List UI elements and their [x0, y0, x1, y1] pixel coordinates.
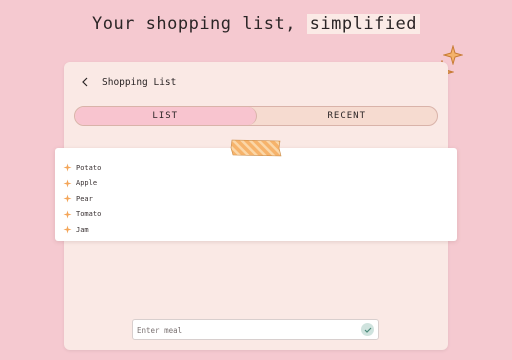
sparkle-icon [63, 163, 72, 172]
list-item[interactable]: Jam [63, 222, 101, 238]
chevron-left-icon [82, 77, 88, 87]
tab-list[interactable]: LIST [75, 107, 257, 125]
list-item[interactable]: Potato [63, 160, 101, 176]
list-item[interactable]: Apple [63, 176, 101, 192]
list-item-label: Pear [76, 194, 93, 203]
list-item-label: Jam [76, 225, 89, 234]
sparkle-icon [63, 210, 72, 219]
list-item[interactable]: Tomato [63, 207, 101, 223]
headline-highlight: simplified [306, 14, 421, 34]
tab-bar: LIST RECENT [74, 106, 438, 126]
shopping-list: Potato Apple Pear Tomato Jam [63, 160, 101, 238]
list-card: Potato Apple Pear Tomato Jam [55, 148, 457, 241]
title-bar: Shopping List [78, 72, 176, 92]
list-item-label: Tomato [76, 210, 102, 219]
back-button[interactable] [78, 75, 92, 89]
meal-input[interactable] [137, 323, 347, 337]
page-title: Shopping List [102, 76, 177, 88]
headline: Your shopping list, simplified [0, 14, 512, 34]
washi-tape [230, 139, 282, 157]
tab-recent[interactable]: RECENT [257, 107, 438, 125]
sparkle-icon [63, 194, 72, 203]
meal-input-box [132, 319, 379, 340]
check-icon [364, 327, 371, 333]
list-item-label: Apple [76, 179, 98, 188]
list-item-label: Potato [76, 163, 102, 172]
sparkle-icon [63, 179, 72, 188]
submit-button[interactable] [361, 323, 374, 336]
sparkle-icon [63, 225, 72, 234]
headline-text: Your shopping list, [91, 14, 307, 34]
list-item[interactable]: Pear [63, 191, 101, 207]
